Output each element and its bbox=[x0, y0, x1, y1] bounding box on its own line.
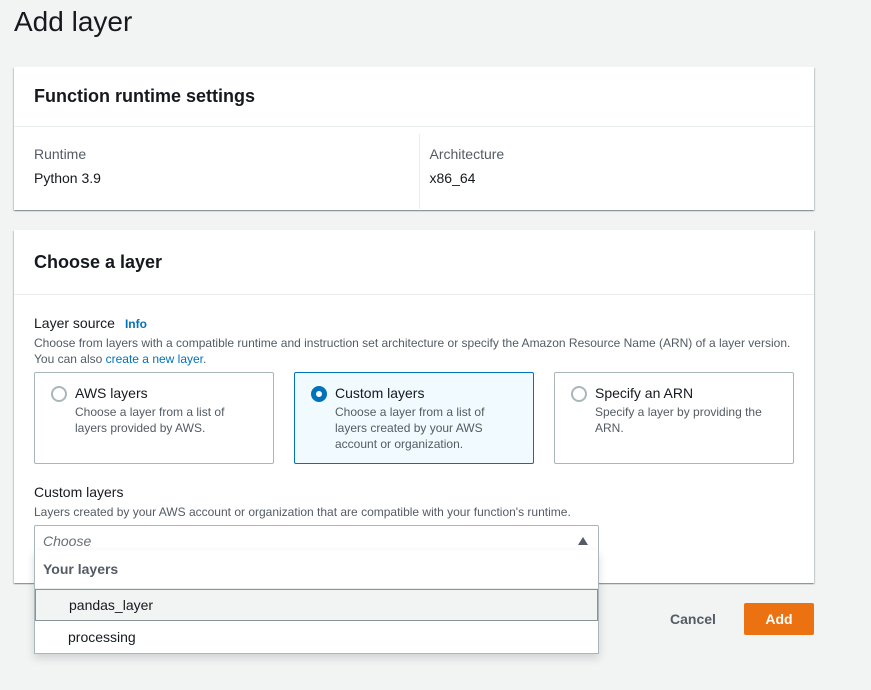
runtime-settings-panel: Function runtime settings Runtime Python… bbox=[14, 67, 814, 210]
architecture-label: Architecture bbox=[429, 146, 505, 162]
specify-arn-tile[interactable]: Specify an ARN Specify a layer by provid… bbox=[554, 372, 794, 464]
page-title: Add layer bbox=[14, 6, 133, 37]
layer-panel-title: Choose a layer bbox=[34, 251, 163, 272]
layer-source-options: AWS layers Choose a layer from a list of… bbox=[34, 372, 794, 464]
aws-layers-label: AWS layers bbox=[75, 385, 148, 401]
custom-layers-desc: Choose a layer from a list of layers cre… bbox=[335, 405, 485, 451]
cancel-button[interactable]: Cancel bbox=[658, 603, 728, 635]
layer-panel-header: Choose a layer bbox=[14, 230, 814, 295]
custom-layers-tile[interactable]: Custom layers Choose a layer from a list… bbox=[294, 372, 534, 464]
custom-layers-field-desc: Layers created by your AWS account or or… bbox=[34, 505, 571, 519]
runtime-details: Runtime Python 3.9 Architecture x86_64 bbox=[14, 127, 814, 209]
custom-layers-dropdown: Your layers pandas_layer processing bbox=[34, 550, 599, 654]
dropdown-option-pandas-layer[interactable]: pandas_layer bbox=[35, 589, 598, 621]
custom-layers-label: Custom layers bbox=[335, 385, 425, 401]
aws-layers-tile[interactable]: AWS layers Choose a layer from a list of… bbox=[34, 372, 274, 464]
caret-up-icon bbox=[578, 537, 588, 545]
choose-layer-panel: Choose a layer Layer source Info Choose … bbox=[14, 230, 814, 583]
specify-arn-radio[interactable] bbox=[571, 386, 587, 402]
runtime-panel-header: Function runtime settings bbox=[14, 67, 814, 127]
architecture-column: Architecture x86_64 bbox=[418, 134, 815, 209]
custom-layers-field: Custom layers Layers created by your AWS… bbox=[34, 484, 794, 557]
architecture-value: x86_64 bbox=[429, 170, 476, 186]
layer-source-field: Layer source Info bbox=[34, 315, 794, 331]
aws-layers-desc: Choose a layer from a list of layers pro… bbox=[75, 405, 225, 435]
create-new-layer-link[interactable]: create a new layer bbox=[106, 352, 203, 366]
layer-source-desc-end: . bbox=[203, 352, 207, 366]
dropdown-group-label: Your layers bbox=[35, 550, 598, 589]
aws-layers-radio[interactable] bbox=[51, 386, 67, 402]
custom-layers-radio[interactable] bbox=[311, 386, 327, 402]
custom-layers-field-label: Custom layers bbox=[34, 484, 124, 500]
runtime-label: Runtime bbox=[34, 146, 87, 162]
dropdown-option-processing[interactable]: processing bbox=[35, 621, 598, 653]
runtime-column: Runtime Python 3.9 bbox=[14, 134, 419, 209]
select-placeholder: Choose bbox=[43, 533, 92, 549]
specify-arn-label: Specify an ARN bbox=[595, 385, 694, 401]
layer-source-label: Layer source bbox=[34, 315, 115, 331]
add-button[interactable]: Add bbox=[744, 603, 814, 635]
runtime-panel-title: Function runtime settings bbox=[34, 86, 256, 106]
runtime-value: Python 3.9 bbox=[34, 170, 101, 186]
info-link[interactable]: Info bbox=[125, 317, 147, 331]
layer-source-description: Choose from layers with a compatible run… bbox=[34, 335, 794, 367]
specify-arn-desc: Specify a layer by providing the ARN. bbox=[595, 405, 762, 435]
